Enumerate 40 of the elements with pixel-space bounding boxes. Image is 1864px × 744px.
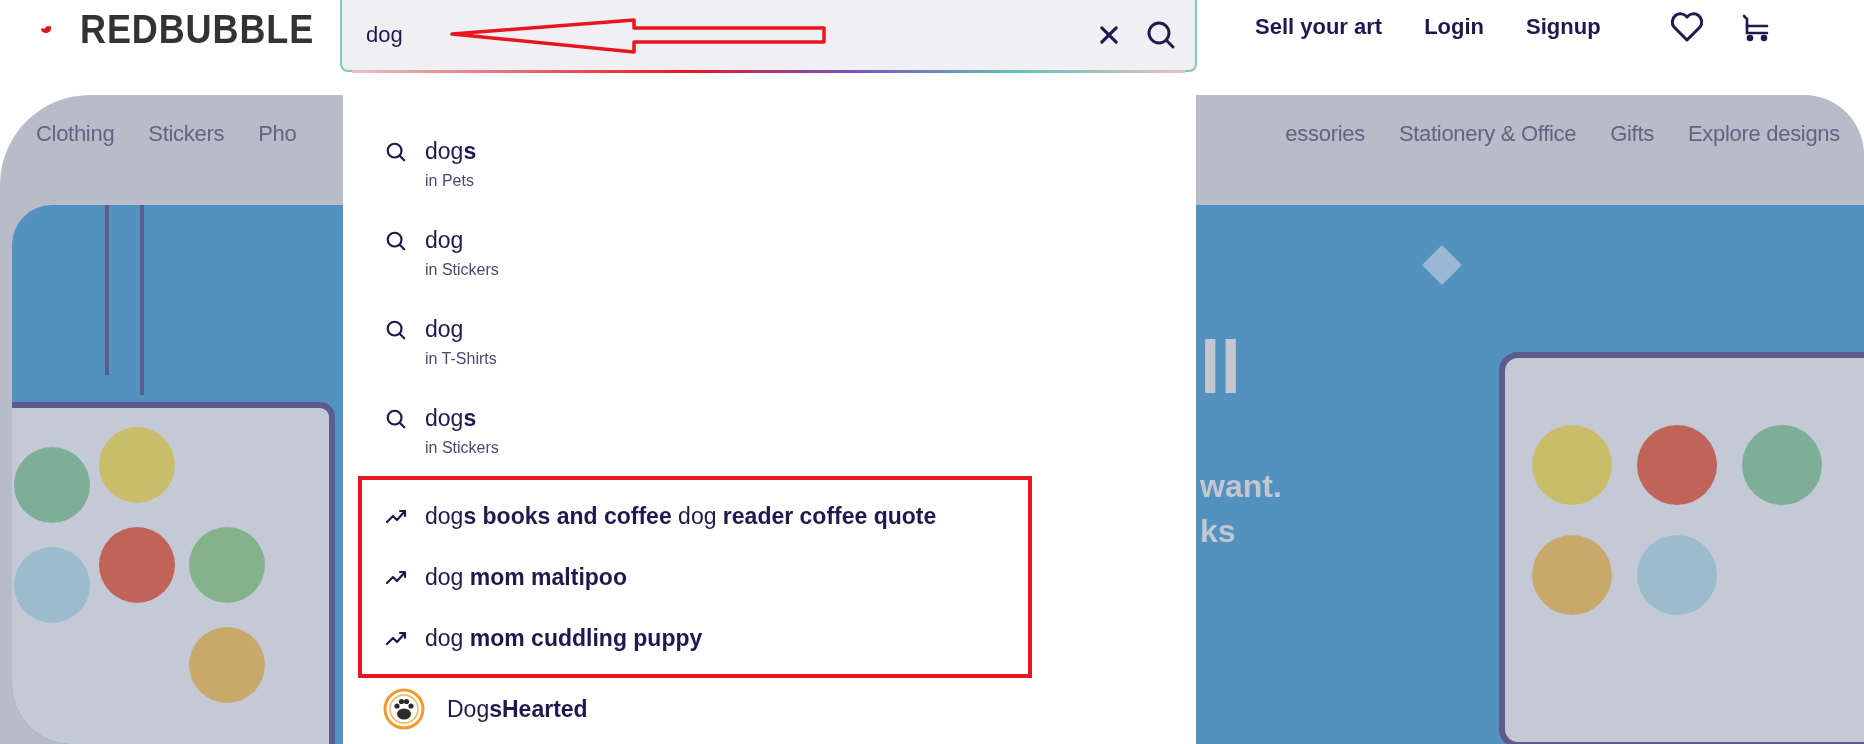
search-input[interactable]: dog bbox=[366, 22, 1091, 48]
trending-icon bbox=[385, 568, 407, 586]
search-icon bbox=[385, 230, 407, 252]
artist-name: DogsHearted bbox=[447, 695, 588, 724]
search-suggestion[interactable]: dog in Stickers bbox=[343, 209, 1196, 298]
search-icon bbox=[385, 408, 407, 430]
search-icon bbox=[385, 141, 407, 163]
search-field[interactable]: dog bbox=[340, 0, 1197, 72]
suggestion-text: dogs bbox=[425, 404, 478, 433]
search-suggestion[interactable]: dogs in Pets bbox=[343, 120, 1196, 209]
banner-text: ks bbox=[1200, 513, 1236, 550]
close-icon bbox=[1097, 23, 1121, 47]
header-link[interactable]: Sell your art bbox=[1255, 14, 1383, 40]
banner-text: want. bbox=[1200, 468, 1282, 505]
search-icon bbox=[385, 319, 407, 341]
suggestion-category: in T-Shirts bbox=[425, 350, 497, 368]
suggestion-text: dog bbox=[425, 226, 465, 255]
paw-avatar-icon bbox=[383, 688, 425, 730]
cart-icon[interactable] bbox=[1740, 12, 1771, 42]
search-icon bbox=[1145, 19, 1177, 51]
search-suggestion[interactable]: dog in T-Shirts bbox=[343, 298, 1196, 387]
trending-suggestion[interactable]: dog mom maltipoo bbox=[362, 549, 1028, 605]
logo-text[interactable]: REDBUBBLE bbox=[79, 6, 314, 52]
trending-suggestion[interactable]: dogs books and coffee dog reader coffee quote bbox=[362, 488, 1028, 545]
suggestion-text: dog mom cuddling puppy bbox=[425, 623, 703, 653]
search-suggestion[interactable]: dogs in Stickers bbox=[343, 387, 1196, 476]
suggestion-category: in Stickers bbox=[425, 439, 499, 457]
artist-suggestion[interactable]: DogsHearted bbox=[343, 678, 1196, 738]
suggestion-category: in Stickers bbox=[425, 261, 499, 279]
suggestion-text: dogs books and coffee dog reader coffee quote bbox=[425, 502, 937, 532]
banner-headline: ll bbox=[1200, 325, 1242, 410]
header-link[interactable]: Login bbox=[1424, 14, 1485, 40]
trending-icon bbox=[385, 507, 407, 526]
suggestion-category: in Pets bbox=[425, 172, 475, 190]
trending-suggestion[interactable]: dog mom cuddling puppy bbox=[362, 609, 1028, 666]
suggestion-text: dog mom maltipoo bbox=[425, 563, 627, 592]
suggestion-text: dog bbox=[425, 315, 465, 344]
heart-icon[interactable] bbox=[1668, 11, 1705, 43]
header-link[interactable]: Signup bbox=[1526, 14, 1601, 40]
suggestion-text: dogs bbox=[425, 137, 477, 166]
